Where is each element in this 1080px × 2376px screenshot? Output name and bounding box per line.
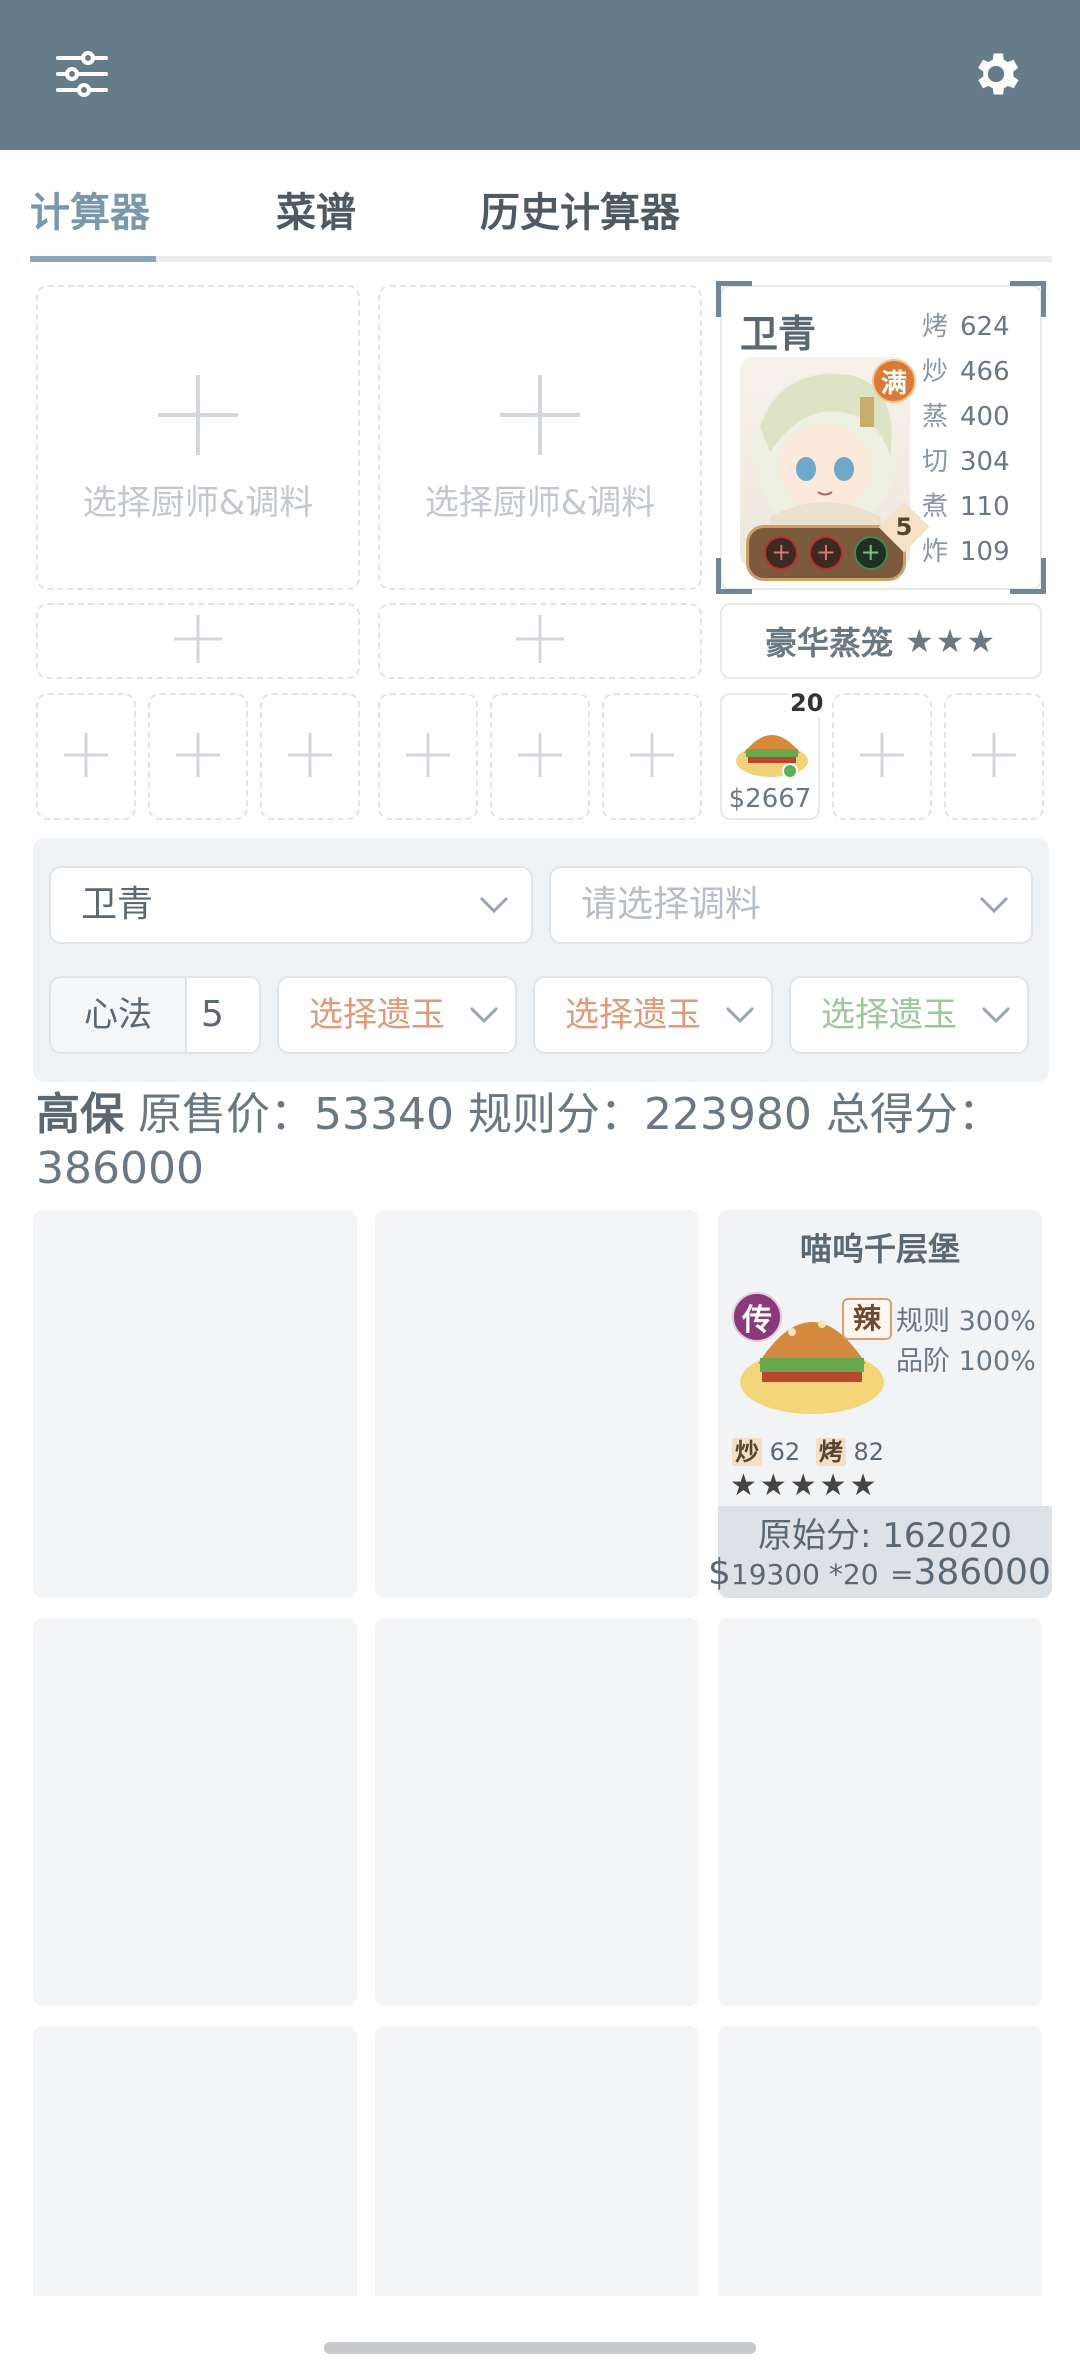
stat-row: 炒 466 [922,357,1010,387]
tab-bar: 计算器 菜谱 历史计算器 [30,150,1052,262]
equipment-slot-2[interactable] [378,603,702,679]
sliders-icon[interactable] [46,38,118,110]
plus-icon [64,732,108,781]
plus-icon [288,732,332,781]
selection-corner [1010,281,1046,317]
burger-icon [736,735,808,779]
recipe-slot-filled[interactable]: 20 $2667 [720,689,826,820]
seasoning-select[interactable]: 请选择调料 [549,866,1033,944]
result-card-empty[interactable] [375,1618,699,2006]
jade-select-1[interactable]: 选择遗玉 [277,976,517,1054]
result-card-recipe[interactable]: 喵呜千层堡 传 辣 规则 300% 品阶 100% 炒 62 烤 82 ★★★★… [708,1210,1052,1598]
plus-icon [516,615,564,667]
jade-select-3[interactable]: 选择遗玉 [789,976,1029,1054]
original-score: 原始分: 162020 [757,1516,1013,1556]
selection-corner [1010,558,1046,594]
xinfa-stepper[interactable]: 心法 5 [49,976,261,1054]
chef-card-weiqing[interactable]: 卫青 满 + + + 5 烤 624 炒 466 蒸 400 切 304 煮 110 炸1… [716,281,1046,594]
chevron-down-icon [469,1006,499,1024]
recipe-slot[interactable] [490,693,590,820]
stat-row: 烤 624 [922,312,1010,342]
jade-slot-bar: + + + [746,525,906,581]
recipe-slot[interactable] [944,693,1044,820]
plus-icon [176,732,220,781]
result-card-empty[interactable] [33,1618,357,2006]
plus-icon [860,732,904,781]
recipe-slot[interactable] [602,693,702,820]
chevron-down-icon [981,1006,1011,1024]
plus-icon [630,732,674,781]
recipe-title: 喵呜千层堡 [799,1230,960,1268]
xinfa-value[interactable]: 5 [187,978,259,1052]
plus-icon [500,375,580,459]
summary-tag: 高保 [36,1089,124,1140]
recipe-slot[interactable] [260,693,360,820]
chef-name: 卫青 [740,312,817,356]
result-card-empty[interactable] [375,2026,699,2296]
stat-row: 蒸 400 [922,402,1010,432]
rarity-badge: 传 [732,1292,782,1342]
gear-icon[interactable] [960,38,1032,110]
chef-slot-label: 选择厨师&调料 [424,483,656,523]
equipment-slot-3[interactable]: 豪华蒸笼 ★★★ [720,603,1042,679]
recipe-stars: ★★★★★ [730,1468,880,1503]
chef-select[interactable]: 卫青 [49,866,533,944]
jade-socket-green: + [853,536,888,570]
equipment-name: 豪华蒸笼 [764,624,893,662]
result-card-empty[interactable] [33,2026,357,2296]
max-level-badge: 满 [872,359,916,403]
tab-active-indicator [30,256,156,262]
plus-icon [518,732,562,781]
result-card-empty[interactable] [33,1210,357,1598]
recipe-slot[interactable] [148,693,248,820]
chef-select-value: 卫青 [81,884,154,925]
result-card-empty[interactable] [718,1618,1042,2006]
recipe-multipliers: 规则 300% 品阶 100% [896,1306,1036,1377]
equipment-slot-1[interactable] [36,603,360,679]
stat-row: 炸 109 [922,537,1010,567]
plus-icon [972,732,1016,781]
app-header [0,0,1080,150]
recipe-slot[interactable] [378,693,478,820]
chef-slot-1[interactable]: 选择厨师&调料 [36,285,360,590]
chef-stats: 烤 624 炒 466 蒸 400 切 304 煮 110 炸 109 [922,305,1010,575]
jade-select-2[interactable]: 选择遗玉 [533,976,773,1054]
plus-icon [174,615,222,667]
chef-slot-2[interactable]: 选择厨师&调料 [378,285,702,590]
result-card-empty[interactable] [718,2026,1042,2296]
recipe-slot[interactable] [832,693,932,820]
tab-calculator[interactable]: 计算器 [30,180,150,238]
chef-config-panel: 卫青 请选择调料 心法 5 选择遗玉 选择遗玉 选择遗玉 [33,838,1049,1082]
recipe-slot[interactable] [36,693,136,820]
recipe-price: $2667 [728,784,812,814]
score-summary: 高保 原售价：53340 规则分：223980 总得分：386000 [36,1088,1046,1196]
plus-icon [406,732,450,781]
score-formula: $19300 *20 =386000 [708,1552,1051,1593]
chef-slot-label: 选择厨师&调料 [82,483,314,523]
chevron-down-icon [979,896,1009,914]
home-indicator[interactable] [324,2342,756,2354]
plus-icon [158,375,238,459]
tab-divider [30,256,1052,262]
chevron-down-icon [479,896,509,914]
xinfa-label: 心法 [51,978,187,1052]
jade-socket-red: + [764,536,799,570]
recipe-skill-tags: 炒 62 烤 82 [732,1432,892,1467]
stat-row: 切 304 [922,447,1010,477]
chevron-down-icon [725,1006,755,1024]
result-card-empty[interactable] [375,1210,699,1598]
stat-row: 煮 110 [922,492,1010,522]
summary-text: 原售价：53340 规则分：223980 总得分：386000 [36,1089,1002,1194]
tab-recipes[interactable]: 菜谱 [276,180,356,238]
score-calc: 原始分: 162020 $19300 *20 =386000 [708,1506,1052,1598]
recipe-count: 20 [788,689,826,717]
equipment-stars: ★★★ [904,622,998,660]
jade-socket-red: + [808,536,843,570]
flavor-badge: 辣 [842,1298,892,1340]
seasoning-placeholder: 请选择调料 [581,884,762,925]
tab-history-calculator[interactable]: 历史计算器 [480,180,680,238]
